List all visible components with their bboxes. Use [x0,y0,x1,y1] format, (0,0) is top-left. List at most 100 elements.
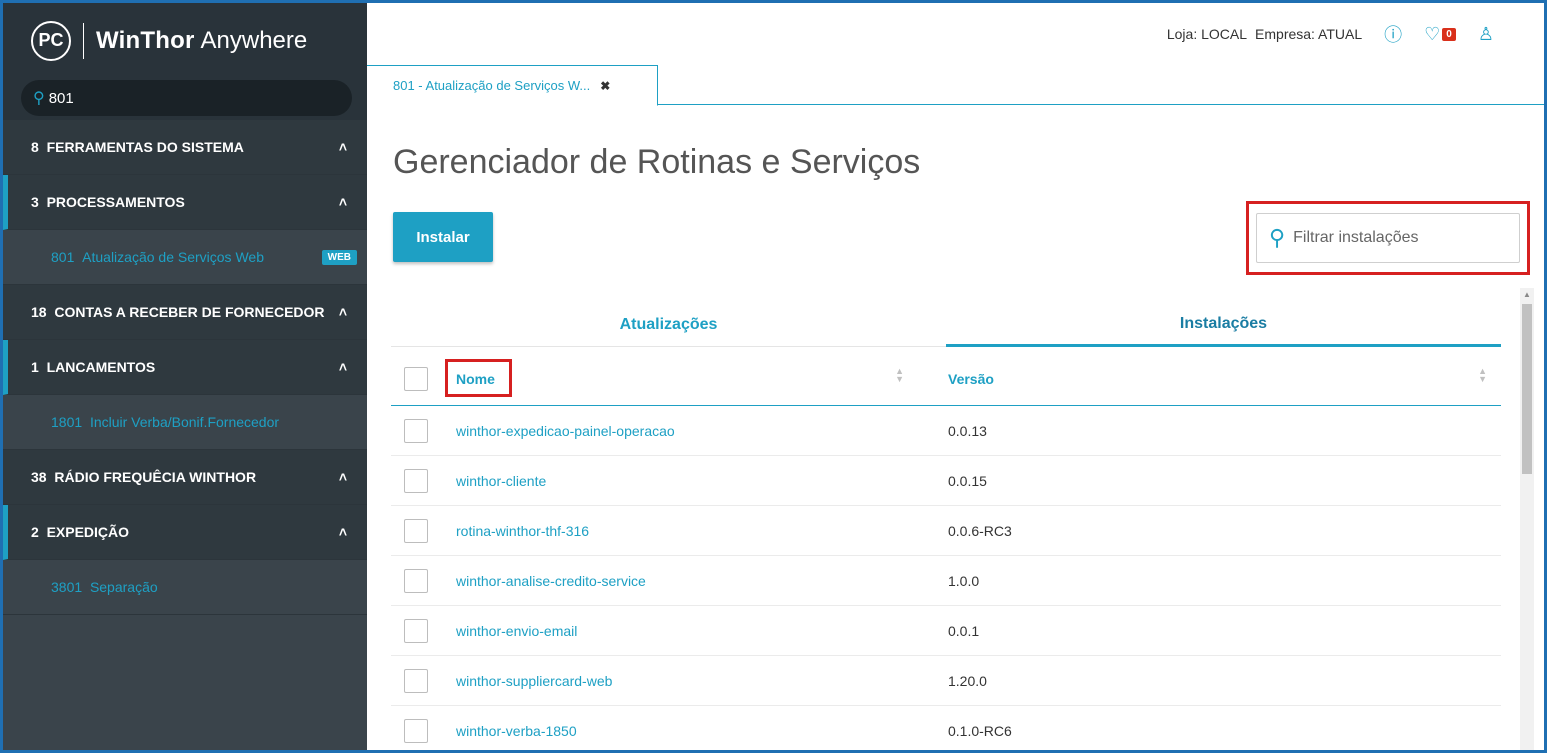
chevron-up-icon: ˄ [338,139,347,155]
search-icon: ⚲ [1269,225,1286,250]
loja-label: Loja: LOCAL [1166,26,1248,42]
notification-count: 0 [1442,27,1456,41]
sort-icon[interactable]: ▲ ▼ [1478,367,1487,384]
brand-subname: Anywhere [200,26,308,54]
table-row[interactable]: winthor-cliente 0.0.15 [391,456,1501,506]
item-code: 801 [51,249,75,265]
sidebar-search-input[interactable]: ⚲ 801 [21,80,352,116]
item-label: Separação [89,579,158,595]
tab-atualizacoes[interactable]: Atualizações [391,303,946,347]
sidebar-section-radio-frequencia[interactable]: 38 RÁDIO FREQUÊCIA WINTHOR ˄ [3,450,367,505]
filter-input[interactable]: ⚲ Filtrar instalações [1256,213,1520,263]
item-label: Atualização de Serviços Web [82,249,264,265]
sidebar-search-value: 801 [48,89,74,107]
page-title: Gerenciador de Rotinas e Serviços [393,143,921,181]
item-code: 1801 [51,414,83,430]
sidebar-section-ferramentas[interactable]: 8 FERRAMENTAS DO SISTEMA ˄ [3,120,367,175]
row-version: 0.0.1 [948,622,980,639]
section-label: LANCAMENTOS [46,359,156,375]
sidebar-item-3801[interactable]: 3801 Separação [3,560,367,615]
sidebar-section-expedicao[interactable]: 2 EXPEDIÇÃO ˄ [3,505,367,560]
vertical-scrollbar[interactable]: ▲ [1520,288,1534,750]
sidebar-item-1801[interactable]: 1801 Incluir Verba/Bonif.Fornecedor [3,395,367,450]
row-checkbox[interactable] [404,468,428,493]
filter-placeholder: Filtrar instalações [1293,229,1419,246]
section-label: RÁDIO FREQUÊCIA WINTHOR [54,469,257,485]
section-code: 38 [31,469,47,485]
row-checkbox[interactable] [404,418,428,443]
item-label: Incluir Verba/Bonif.Fornecedor [89,414,280,430]
sidebar: PC WinThor Anywhere ⚲ 801 8 FERRAMENTAS … [3,3,367,750]
close-icon[interactable]: ✖ [600,79,610,93]
row-name[interactable]: winthor-cliente [428,473,918,489]
content-tabs: Atualizações Instalações [391,303,1501,347]
table-row[interactable]: winthor-envio-email 0.0.1 [391,606,1501,656]
row-name[interactable]: winthor-analise-credito-service [428,573,918,589]
section-code: 18 [31,304,47,320]
chevron-up-icon: ˄ [338,304,347,320]
app-window: PC WinThor Anywhere ⚲ 801 8 FERRAMENTAS … [3,3,1544,750]
tab-label: 801 - Atualização de Serviços W... [393,78,591,93]
empresa-label: Empresa: ATUAL [1255,26,1363,42]
row-name[interactable]: rotina-winthor-thf-316 [428,523,918,539]
row-version: 0.0.13 [948,422,987,439]
section-code: 3 [31,194,39,210]
row-version: 0.0.6-RC3 [948,522,1012,539]
column-label: Versão [948,371,994,387]
help-icon[interactable]: ⓘ [1384,21,1402,47]
install-button[interactable]: Instalar [393,212,493,262]
sort-icon[interactable]: ▲ ▼ [895,367,904,384]
tab-instalacoes[interactable]: Instalações [946,303,1501,347]
table-row[interactable]: rotina-winthor-thf-316 0.0.6-RC3 [391,506,1501,556]
table-row[interactable]: winthor-analise-credito-service 1.0.0 [391,556,1501,606]
sidebar-section-lancamentos[interactable]: 1 LANCAMENTOS ˄ [3,340,367,395]
pc-logo-icon: PC [31,20,71,61]
row-version: 1.20.0 [948,672,987,689]
top-bar: Loja: LOCAL Empresa: ATUAL ⓘ ♡ 0 ♙ [367,3,1544,65]
brand-separator [83,22,84,59]
table-header: Nome ▲ ▼ Versão ▲ ▼ [391,353,1501,406]
bell-icon[interactable]: ♡ 0 [1424,24,1456,45]
main-content: Loja: LOCAL Empresa: ATUAL ⓘ ♡ 0 ♙ 801 - … [367,3,1544,750]
row-checkbox[interactable] [404,618,428,643]
installations-table: Nome ▲ ▼ Versão ▲ ▼ winthor-expedicao-painel… [391,353,1501,750]
row-checkbox[interactable] [404,668,428,693]
search-icon: ⚲ [33,90,45,107]
row-version: 0.0.15 [948,472,987,489]
chevron-up-icon: ˄ [338,469,347,485]
column-header-versao[interactable]: Versão ▲ ▼ [918,367,1501,388]
sidebar-search-wrap: ⚲ 801 [3,78,367,120]
sidebar-item-801[interactable]: 801 Atualização de Serviços Web WEB [3,230,367,285]
row-name[interactable]: winthor-suppliercard-web [428,673,918,689]
row-name[interactable]: winthor-expedicao-painel-operacao [428,423,918,439]
sidebar-section-contas-receber[interactable]: 18 CONTAS A RECEBER DE FORNECEDOR ˄ [3,285,367,340]
section-label: FERRAMENTAS DO SISTEMA [46,139,244,155]
table-row[interactable]: winthor-verba-1850 0.1.0-RC6 [391,706,1501,750]
row-checkbox[interactable] [404,518,428,543]
user-icon[interactable]: ♙ [1478,24,1494,45]
table-row[interactable]: winthor-suppliercard-web 1.20.0 [391,656,1501,706]
section-label: EXPEDIÇÃO [46,524,130,540]
row-checkbox[interactable] [404,718,428,743]
tab-bar: 801 - Atualização de Serviços W... ✖ [367,65,1544,106]
scroll-up-icon[interactable]: ▲ [1523,290,1531,299]
row-name[interactable]: winthor-envio-email [428,623,918,639]
row-name[interactable]: winthor-verba-1850 [428,723,918,739]
section-label: PROCESSAMENTOS [46,194,185,210]
chevron-up-icon: ˄ [338,359,347,375]
select-all-checkbox[interactable] [404,367,428,391]
chevron-up-icon: ˄ [338,524,347,540]
table-row[interactable]: winthor-expedicao-painel-operacao 0.0.13 [391,406,1501,456]
row-version: 1.0.0 [948,572,980,589]
row-checkbox[interactable] [404,568,428,593]
brand-header: PC WinThor Anywhere [3,3,367,78]
scroll-thumb[interactable] [1522,304,1532,474]
sidebar-section-processamentos[interactable]: 3 PROCESSAMENTOS ˄ [3,175,367,230]
brand-name: WinThor [96,26,195,54]
section-code: 1 [31,359,39,375]
tab-801[interactable]: 801 - Atualização de Serviços W... ✖ [367,65,658,106]
row-version: 0.1.0-RC6 [948,722,1012,739]
nome-highlight [445,359,512,397]
web-badge: WEB [321,249,357,265]
section-code: 8 [31,139,39,155]
